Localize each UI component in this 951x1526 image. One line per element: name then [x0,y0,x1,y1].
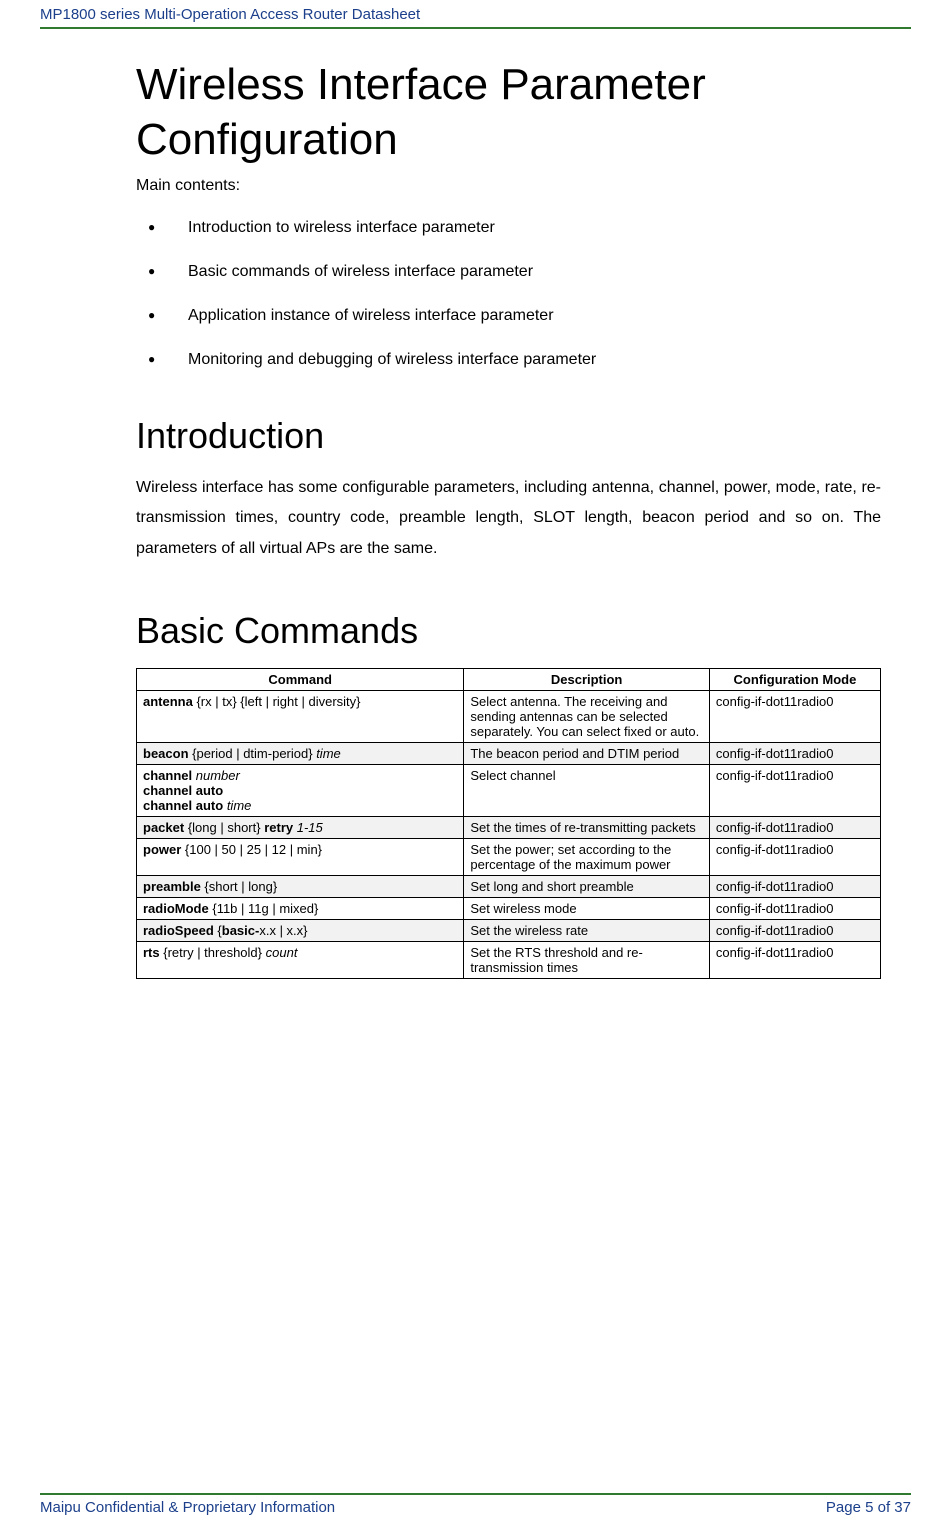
table-row: preamble {short | long}Set long and shor… [137,876,881,898]
table-row: beacon {period | dtim-period} timeThe be… [137,743,881,765]
page-title: Wireless Interface Parameter Configurati… [136,57,881,167]
cell-command: radioMode {11b | 11g | mixed} [137,898,464,920]
footer-left: Maipu Confidential & Proprietary Informa… [40,1499,335,1516]
cell-mode: config-if-dot11radio0 [709,876,880,898]
cell-mode: config-if-dot11radio0 [709,765,880,817]
cell-command: preamble {short | long} [137,876,464,898]
cell-description: Set long and short preamble [464,876,710,898]
table-row: antenna {rx | tx} {left | right | divers… [137,691,881,743]
footer-right: Page 5 of 37 [826,1499,911,1516]
cell-description: The beacon period and DTIM period [464,743,710,765]
content-area: Wireless Interface Parameter Configurati… [40,29,911,1493]
cell-mode: config-if-dot11radio0 [709,691,880,743]
table-row: rts {retry | threshold} countSet the RTS… [137,942,881,979]
cell-description: Set the times of re-transmitting packets [464,817,710,839]
table-row: channel numberchannel autochannel auto t… [137,765,881,817]
table-header-command: Command [137,669,464,691]
cell-command: channel numberchannel autochannel auto t… [137,765,464,817]
table-row: power {100 | 50 | 25 | 12 | min}Set the … [137,839,881,876]
cell-mode: config-if-dot11radio0 [709,743,880,765]
cell-command: radioSpeed {basic-x.x | x.x} [137,920,464,942]
table-row: radioMode {11b | 11g | mixed}Set wireles… [137,898,881,920]
table-row: radioSpeed {basic-x.x | x.x}Set the wire… [137,920,881,942]
contents-list: Introduction to wireless interface param… [136,219,881,369]
table-row: packet {long | short} retry 1-15Set the … [137,817,881,839]
cell-description: Select antenna. The receiving and sendin… [464,691,710,743]
introduction-heading: Introduction [136,415,881,457]
table-header-row: Command Description Configuration Mode [137,669,881,691]
cell-command: packet {long | short} retry 1-15 [137,817,464,839]
cell-description: Set wireless mode [464,898,710,920]
basic-commands-heading: Basic Commands [136,610,881,652]
table-body: antenna {rx | tx} {left | right | divers… [137,691,881,979]
page: MP1800 series Multi-Operation Access Rou… [0,0,951,1526]
introduction-paragraph: Wireless interface has some configurable… [136,473,881,564]
cell-description: Select channel [464,765,710,817]
main-contents-label: Main contents: [136,177,881,195]
cell-mode: config-if-dot11radio0 [709,817,880,839]
cell-command: rts {retry | threshold} count [137,942,464,979]
cell-description: Set the power; set according to the perc… [464,839,710,876]
cell-mode: config-if-dot11radio0 [709,920,880,942]
cell-mode: config-if-dot11radio0 [709,839,880,876]
footer: Maipu Confidential & Proprietary Informa… [40,1493,911,1516]
cell-mode: config-if-dot11radio0 [709,942,880,979]
cell-description: Set the wireless rate [464,920,710,942]
list-item: Application instance of wireless interfa… [136,307,881,325]
commands-table: Command Description Configuration Mode a… [136,668,881,979]
cell-command: power {100 | 50 | 25 | 12 | min} [137,839,464,876]
cell-description: Set the RTS threshold and re-transmissio… [464,942,710,979]
table-header-mode: Configuration Mode [709,669,880,691]
cell-mode: config-if-dot11radio0 [709,898,880,920]
document-header: MP1800 series Multi-Operation Access Rou… [40,6,911,29]
list-item: Basic commands of wireless interface par… [136,263,881,281]
table-header-description: Description [464,669,710,691]
list-item: Introduction to wireless interface param… [136,219,881,237]
list-item: Monitoring and debugging of wireless int… [136,351,881,369]
cell-command: beacon {period | dtim-period} time [137,743,464,765]
cell-command: antenna {rx | tx} {left | right | divers… [137,691,464,743]
